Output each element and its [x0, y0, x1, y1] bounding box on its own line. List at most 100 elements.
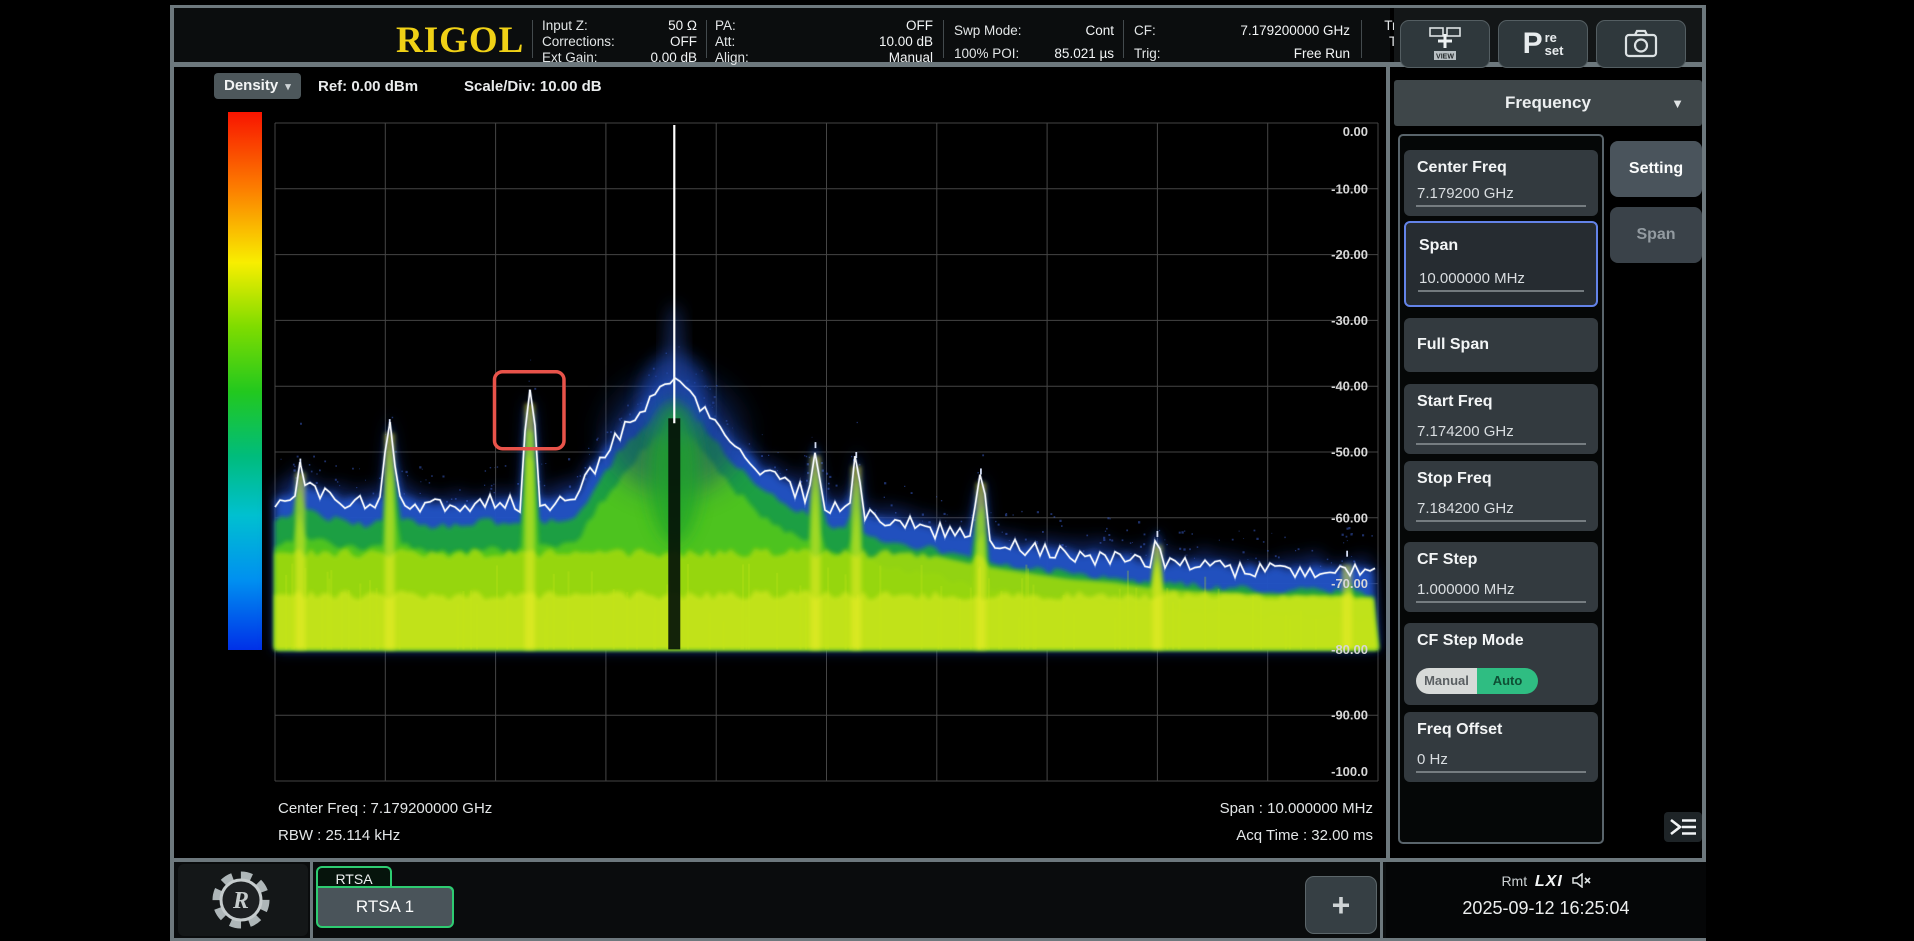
menu-item-center-freq[interactable]: Center Freq 7.179200 GHz: [1404, 150, 1598, 216]
menu-item-stop-freq[interactable]: Stop Freq 7.184200 GHz: [1404, 461, 1598, 531]
status-group-pa: PA: OFF Att: 10.00 dB Align: Manual: [715, 16, 933, 64]
screen: RIGOL Input Z:50 Ω Corrections:OFF Ext G…: [0, 0, 1914, 941]
menu-item-cf-step-mode[interactable]: CF Step Mode Manual Auto: [1404, 623, 1598, 705]
status-value: Cont: [1085, 23, 1114, 39]
tab-label: Span: [1636, 226, 1675, 244]
system-menu-button[interactable]: R: [178, 864, 308, 936]
tab-span[interactable]: Span: [1610, 207, 1702, 263]
divider: [1123, 20, 1124, 58]
menu-item-freq-offset[interactable]: Freq Offset 0 Hz: [1404, 712, 1598, 782]
toggle-option-manual[interactable]: Manual: [1416, 668, 1477, 694]
status-flags: Rmt LXI: [1386, 873, 1706, 891]
info-rbw: RBW : 25.114 kHz: [278, 827, 400, 844]
menu-item-value: 7.179200 GHz: [1417, 185, 1514, 202]
svg-text:-100.0: -100.0: [1331, 764, 1368, 779]
status-label: Align:: [715, 50, 749, 66]
status-value: OFF: [906, 18, 933, 34]
status-group-sweep: Swp Mode: Cont 100% POI: 85.021 µs: [954, 16, 1114, 64]
density-color-scale: [228, 112, 262, 650]
app-tab-group-label: RTSA: [316, 866, 392, 888]
preset-icon: P: [1523, 30, 1543, 58]
menu-item-value: 0 Hz: [1417, 751, 1448, 768]
chevron-down-icon: ▾: [285, 81, 291, 93]
menu-item-label: Full Span: [1404, 336, 1489, 354]
bezel-right: [1702, 5, 1706, 941]
divider: [310, 862, 313, 938]
svg-text:VIEW: VIEW: [1436, 54, 1454, 61]
menu-item-label: CF Step: [1417, 551, 1477, 569]
menu-item-value: 7.184200 GHz: [1417, 500, 1514, 517]
svg-text:-20.00: -20.00: [1331, 247, 1368, 262]
menu-item-label: Freq Offset: [1417, 721, 1502, 739]
status-label: Trig:: [1134, 46, 1161, 62]
add-app-button[interactable]: +: [1305, 876, 1377, 934]
plus-icon: +: [1332, 887, 1351, 924]
menu-item-value: 1.000000 MHz: [1417, 581, 1515, 598]
mute-icon: [1571, 873, 1591, 888]
menu-item-full-span[interactable]: Full Span: [1404, 318, 1598, 372]
divider: [943, 20, 944, 58]
scale-div-label: Scale/Div: 10.00 dB: [464, 78, 602, 95]
info-acq-time: Acq Time : 32.00 ms: [1236, 827, 1373, 844]
menu-item-label: Stop Freq: [1417, 470, 1492, 488]
spectrum-chart: 0.00-10.00-20.00-30.00-40.00-50.00-60.00…: [275, 123, 1378, 781]
divider: [1361, 20, 1362, 58]
panel-menu-dropdown[interactable]: Frequency ▼: [1394, 80, 1702, 126]
clock: 2025-09-12 16:25:04: [1386, 898, 1706, 919]
collapse-menu-icon: [1668, 816, 1698, 838]
svg-text:-30.00: -30.00: [1331, 313, 1368, 328]
value-underline: [1416, 520, 1586, 522]
status-label: Att:: [715, 34, 735, 50]
status-value: Manual: [889, 50, 933, 66]
status-label: PA:: [715, 18, 736, 34]
gear-icon: R: [208, 867, 274, 933]
status-label: Swp Mode:: [954, 23, 1022, 39]
multi-view-icon: VIEW: [1424, 25, 1466, 63]
menu-item-value: 7.174200 GHz: [1417, 423, 1514, 440]
value-underline: [1416, 443, 1586, 445]
svg-text:-60.00: -60.00: [1331, 510, 1368, 525]
multi-view-button[interactable]: VIEW: [1400, 20, 1490, 68]
bezel-panel-divider: [1386, 67, 1390, 858]
lxi-indicator: LXI: [1535, 873, 1563, 890]
status-label: 100% POI:: [954, 46, 1019, 62]
menu-item-start-freq[interactable]: Start Freq 7.174200 GHz: [1404, 384, 1598, 454]
display-mode-dropdown[interactable]: Density ▾: [214, 73, 301, 99]
tab-label: Setting: [1629, 160, 1683, 178]
status-value: OFF: [670, 34, 697, 50]
status-clock-area: Rmt LXI 2025-09-12 16:25:04: [1386, 862, 1706, 938]
display-mode-label: Density: [224, 77, 278, 94]
menu-item-value: 10.000000 MHz: [1419, 270, 1525, 287]
svg-text:-50.00: -50.00: [1331, 445, 1368, 460]
svg-text:-90.00: -90.00: [1331, 708, 1368, 723]
screenshot-button[interactable]: [1596, 20, 1686, 68]
toggle-option-auto[interactable]: Auto: [1477, 668, 1538, 694]
svg-text:-40.00: -40.00: [1331, 379, 1368, 394]
preset-button[interactable]: P re set: [1498, 20, 1588, 68]
value-underline: [1418, 290, 1584, 292]
status-value: 10.00 dB: [879, 34, 933, 50]
app-tab-text: RTSA 1: [356, 897, 414, 916]
menu-item-label: Center Freq: [1417, 159, 1507, 177]
value-underline: [1416, 205, 1586, 207]
panel-title: Frequency: [1505, 93, 1591, 113]
top-status-bar: RIGOL Input Z:50 Ω Corrections:OFF Ext G…: [174, 8, 1390, 62]
status-group-cf: CF:7.179200000 GHz Trig:Free Run: [1134, 16, 1350, 64]
menu-item-cf-step[interactable]: CF Step 1.000000 MHz: [1404, 542, 1598, 612]
value-underline: [1416, 771, 1586, 773]
divider: [532, 20, 533, 58]
tab-setting[interactable]: Setting: [1610, 141, 1702, 197]
menu-item-span[interactable]: Span 10.000000 MHz: [1404, 221, 1598, 307]
divider: [1380, 862, 1383, 938]
svg-text:R: R: [232, 888, 249, 914]
ref-level-label: Ref: 0.00 dBm: [318, 78, 418, 95]
app-tab-group-text: RTSA: [335, 871, 372, 887]
status-value: 85.021 µs: [1054, 46, 1114, 62]
status-label: Input Z:: [542, 18, 588, 34]
status-value: 0.00 dB: [650, 50, 697, 66]
info-center-freq: Center Freq : 7.179200000 GHz: [278, 800, 492, 817]
status-group-input: Input Z:50 Ω Corrections:OFF Ext Gain:0.…: [542, 16, 697, 64]
preset-label-bottom: set: [1545, 44, 1564, 57]
app-tab-rtsa1[interactable]: RTSA 1: [316, 886, 454, 928]
collapse-menu-button[interactable]: [1664, 812, 1702, 842]
